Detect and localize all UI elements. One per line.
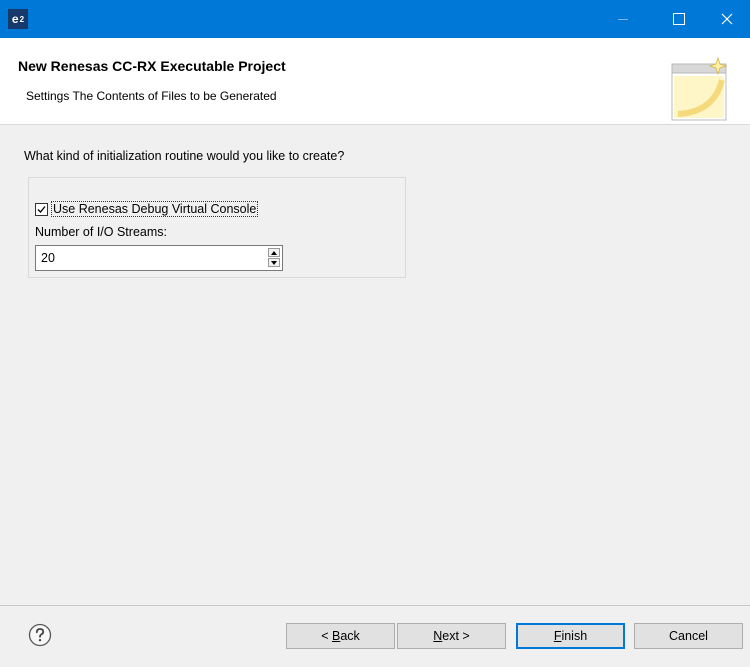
minimize-button[interactable] [600,0,646,38]
wizard-footer: < Back Next > Finish Cancel [0,605,750,667]
debug-console-label[interactable]: Use Renesas Debug Virtual Console [51,201,259,217]
finish-mnemonic: F [553,629,562,643]
e2-studio-logo-icon: e2 [8,9,28,29]
io-streams-input[interactable] [36,246,262,270]
checkmark-icon [37,205,46,213]
new-project-wizard-icon [671,56,728,121]
spin-up-button[interactable] [268,248,280,257]
next-label-rest: ext > [442,629,470,643]
page-title: New Renesas CC-RX Executable Project [18,58,286,74]
minimize-icon [618,18,628,20]
question-label: What kind of initialization routine woul… [24,149,345,163]
close-icon [721,13,733,25]
spinner-buttons [268,248,280,267]
next-button[interactable]: Next > [397,623,506,649]
logo-superscript: 2 [19,14,25,24]
back-label-rest: ack [340,629,360,643]
spin-down-button[interactable] [268,258,280,267]
finish-label-rest: inish [561,629,588,643]
logo-letter: e [11,12,19,26]
io-streams-label: Number of I/O Streams: [35,225,167,239]
help-icon [28,623,52,647]
caret-up-icon [271,250,277,255]
maximize-button[interactable] [656,0,702,38]
options-group: Use Renesas Debug Virtual Console Number… [28,177,406,278]
wizard-content: What kind of initialization routine woul… [0,125,750,605]
wizard-header: New Renesas CC-RX Executable Project Set… [0,38,750,125]
wizard-window: e2 New Renesas CC-RX Executable Project … [0,0,750,667]
title-bar: e2 [0,0,750,38]
debug-console-option[interactable]: Use Renesas Debug Virtual Console [35,201,259,217]
back-mnemonic: B [331,629,341,643]
help-button[interactable] [28,623,52,647]
caret-down-icon [271,260,277,265]
close-button[interactable] [704,0,750,38]
next-mnemonic: N [433,629,443,643]
cancel-button[interactable]: Cancel [634,623,743,649]
debug-console-checkbox[interactable] [35,202,48,216]
maximize-icon [673,13,685,25]
page-subtitle: Settings The Contents of Files to be Gen… [26,89,277,103]
back-button[interactable]: < Back [286,623,395,649]
io-streams-spinner [35,245,283,271]
finish-button[interactable]: Finish [516,623,625,649]
back-prefix: < [321,629,332,643]
